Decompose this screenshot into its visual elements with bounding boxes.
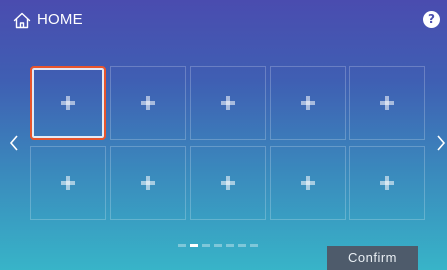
plus-icon <box>380 96 394 110</box>
plus-icon <box>221 176 235 190</box>
plus-icon <box>221 96 235 110</box>
page-dot-3[interactable] <box>202 244 210 247</box>
plus-icon <box>301 96 315 110</box>
plus-icon <box>380 176 394 190</box>
shortcut-slot-4[interactable] <box>270 66 346 140</box>
help-icon[interactable]: ? <box>423 11 440 28</box>
page-dot-5[interactable] <box>226 244 234 247</box>
page-indicator <box>178 244 258 247</box>
home-screen: HOME ? Confirm <box>0 0 447 270</box>
plus-icon <box>141 176 155 190</box>
plus-icon <box>301 176 315 190</box>
page-dot-1[interactable] <box>178 244 186 247</box>
shortcut-slot-1[interactable] <box>30 66 106 140</box>
home-icon[interactable] <box>13 12 31 29</box>
page-dot-7[interactable] <box>250 244 258 247</box>
shortcut-slot-6[interactable] <box>30 146 106 220</box>
shortcut-grid <box>30 66 425 222</box>
chevron-left-icon[interactable] <box>9 135 19 151</box>
page-dot-6[interactable] <box>238 244 246 247</box>
top-bar: HOME ? <box>0 0 447 40</box>
plus-icon <box>141 96 155 110</box>
shortcut-slot-8[interactable] <box>190 146 266 220</box>
plus-icon <box>61 96 75 110</box>
page-dot-2[interactable] <box>190 244 198 247</box>
shortcut-slot-7[interactable] <box>110 146 186 220</box>
shortcut-slot-3[interactable] <box>190 66 266 140</box>
shortcut-slot-2[interactable] <box>110 66 186 140</box>
shortcut-slot-10[interactable] <box>349 146 425 220</box>
chevron-right-icon[interactable] <box>436 135 446 151</box>
page-dot-4[interactable] <box>214 244 222 247</box>
shortcut-slot-9[interactable] <box>270 146 346 220</box>
shortcut-slot-5[interactable] <box>349 66 425 140</box>
confirm-button[interactable]: Confirm <box>327 246 418 270</box>
plus-icon <box>61 176 75 190</box>
page-title: HOME <box>37 11 83 28</box>
